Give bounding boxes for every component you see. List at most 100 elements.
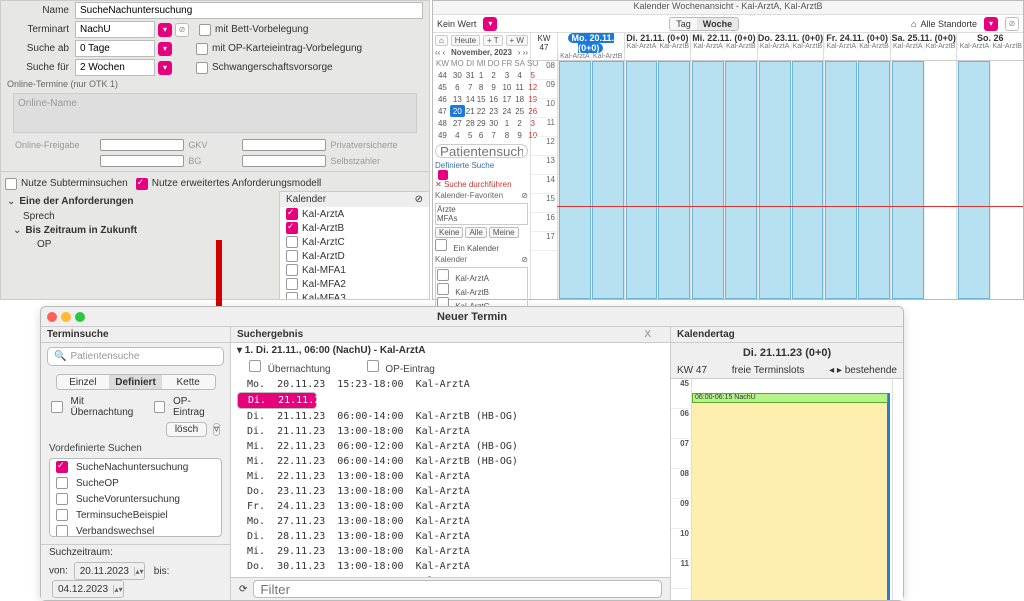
patient-search[interactable]: 🔍 Patientensuche [47, 347, 224, 366]
traffic-lights[interactable] [47, 312, 85, 322]
prev-month-icon[interactable]: ‹‹ ‹ [435, 48, 445, 57]
res-uebern-cb[interactable] [249, 360, 261, 372]
result-row[interactable]: Mo. 27.11.23 13:00-18:00 Kal-ArztA [231, 514, 670, 529]
day-column[interactable] [890, 61, 957, 299]
predef-checkbox[interactable] [56, 525, 68, 537]
von-stepper[interactable]: 20.11.2023▴▾ [74, 562, 145, 580]
day-column[interactable] [757, 61, 824, 299]
predef-checkbox[interactable] [56, 493, 68, 505]
week-grid[interactable]: KW47 Mo. 20.11. (0+0)Kal-ArztAKal-ArztBD… [531, 33, 1023, 299]
day-header[interactable]: Sa. 25.11. (0+0)Kal-ArztAKal-ArztB [890, 33, 957, 60]
day-column[interactable] [690, 61, 757, 299]
day-column[interactable] [956, 61, 1023, 299]
minimize-icon[interactable] [61, 312, 71, 322]
result-row[interactable]: Fr. 24.11.23 13:00-18:00 Kal-ArztA [231, 499, 670, 514]
day-column[interactable] [624, 61, 691, 299]
kal-checkbox[interactable] [286, 264, 298, 276]
predef-item[interactable]: TerminsucheBeispiel [50, 507, 221, 523]
standorte-clear-icon[interactable]: ⊘ [1005, 17, 1019, 31]
priv-checkbox[interactable] [242, 139, 327, 151]
kal-item[interactable]: Kal-MFA1 [280, 263, 429, 277]
day-header[interactable]: Mi. 22.11. (0+0)Kal-ArztAKal-ArztB [690, 33, 757, 60]
fav-arzte[interactable]: Ärzte [437, 205, 526, 214]
subtermine-checkbox[interactable] [5, 178, 17, 190]
opeintrag-cb[interactable] [154, 401, 166, 413]
result-row[interactable]: Di. 21.11.23 06:00-14:00 Kal-ArztB (HB-O… [231, 409, 670, 424]
result-list[interactable]: Mo. 20.11.23 15:23-18:00 Kal-ArztADi. 21… [231, 377, 670, 577]
name-input[interactable] [75, 2, 423, 19]
predef-item[interactable]: SucheVoruntersuchung [50, 491, 221, 507]
predef-search-list[interactable]: SucheNachuntersuchungSucheOPSucheVorunte… [49, 458, 222, 537]
day-header[interactable]: Fr. 24.11. (0+0)Kal-ArztAKal-ArztB [823, 33, 890, 60]
predef-checkbox[interactable] [56, 509, 68, 521]
close-icon[interactable] [47, 312, 57, 322]
nav-plusw[interactable]: + W [506, 35, 528, 46]
btn-keine[interactable]: Keine [435, 227, 463, 238]
suche-durch[interactable]: Suche durchführen [444, 180, 512, 189]
fav-mfas[interactable]: MFAs [437, 214, 526, 223]
suchefuer-select[interactable] [75, 59, 155, 76]
day-header[interactable]: So. 26Kal-ArztAKal-ArztB [956, 33, 1023, 60]
bis-stepper[interactable]: 04.12.2023▴▾ [52, 580, 124, 598]
result-row[interactable]: Di. 21.11.23 06:00-12:00 Kal-ArztA (HB-O… [237, 392, 317, 409]
day-header[interactable]: Mo. 20.11. (0+0)Kal-ArztAKal-ArztB [557, 33, 624, 60]
predef-item[interactable]: Verbandswechsel [50, 523, 221, 537]
suchefuer-dropdown-icon[interactable]: ▾ [158, 61, 172, 75]
seg-kette[interactable]: Kette [162, 375, 215, 389]
terminart-select[interactable] [75, 21, 155, 38]
sucheab-select[interactable] [75, 40, 155, 57]
day-column[interactable] [823, 61, 890, 299]
terminart-clear-icon[interactable]: ⊘ [175, 23, 189, 37]
day-grid[interactable]: 45060708091011 06:00-06:15 NachU [671, 379, 903, 600]
loesch-button[interactable]: lösch [166, 422, 207, 437]
def-suche-icon[interactable] [438, 170, 448, 180]
def-suche-link[interactable]: Definierte Suche [435, 161, 528, 170]
nav-heute[interactable]: Heute [451, 35, 480, 46]
selected-slot[interactable]: 06:00-06:15 NachU [692, 393, 888, 403]
kal-item[interactable]: Kal-ArztD [280, 249, 429, 263]
kal-item[interactable]: Kal-ArztC [280, 235, 429, 249]
day-header[interactable]: Do. 23.11. (0+0)Kal-ArztAKal-ArztB [757, 33, 824, 60]
nav-home[interactable]: ⌂ [435, 35, 448, 46]
result-row[interactable]: Mi. 22.11.23 13:00-18:00 Kal-ArztA [231, 469, 670, 484]
patient-search-input[interactable] [435, 144, 528, 158]
side-kal-item[interactable]: Kal-ArztA [437, 269, 526, 283]
kal-item[interactable]: Kal-MFA2 [280, 277, 429, 291]
view-segment[interactable]: Tag Woche [669, 17, 739, 31]
res-op-cb[interactable] [367, 360, 379, 372]
kal-checkbox[interactable] [286, 292, 298, 299]
kal-item[interactable]: Kal-ArztA [280, 207, 429, 221]
result-row[interactable]: Di. 21.11.23 13:00-18:00 Kal-ArztA [231, 424, 670, 439]
reload-icon[interactable]: ⟳ [239, 584, 247, 595]
bett-checkbox[interactable] [199, 24, 211, 36]
kal-checkbox[interactable] [286, 250, 298, 262]
predef-checkbox[interactable] [56, 477, 68, 489]
result-close[interactable]: X [644, 329, 651, 340]
selbst-checkbox[interactable] [242, 155, 327, 167]
nav-plust[interactable]: + T [483, 35, 503, 46]
result-row[interactable]: Mo. 20.11.23 15:23-18:00 Kal-ArztA [231, 377, 670, 392]
seg-definiert[interactable]: Definiert [109, 375, 162, 389]
result-row[interactable]: Do. 30.11.23 13:00-18:00 Kal-ArztA [231, 559, 670, 574]
search-mode-segment[interactable]: Einzel Definiert Kette [56, 374, 216, 390]
result-row[interactable]: Mi. 29.11.23 13:00-18:00 Kal-ArztA [231, 544, 670, 559]
filter-icon[interactable]: ▿ [213, 423, 220, 436]
predef-checkbox[interactable] [56, 461, 68, 473]
seg-woche[interactable]: Woche [697, 18, 738, 30]
uebernacht-cb[interactable] [51, 401, 63, 413]
kal-checkbox[interactable] [286, 236, 298, 248]
btn-alle[interactable]: Alle [465, 227, 486, 238]
kal-checkbox[interactable] [286, 278, 298, 290]
day-header[interactable]: Di. 21.11. (0+0)Kal-ArztAKal-ArztB [624, 33, 691, 60]
result-row[interactable]: Mi. 22.11.23 06:00-12:00 Kal-ArztA (HB-O… [231, 439, 670, 454]
zoom-icon[interactable] [75, 312, 85, 322]
home-icon[interactable]: ⌂ [911, 19, 916, 29]
side-kal-item[interactable]: Kal-ArztB [437, 283, 526, 297]
bg-checkbox[interactable] [100, 155, 185, 167]
result-row[interactable]: Do. 23.11.23 13:00-18:00 Kal-ArztA [231, 484, 670, 499]
gkv-checkbox[interactable] [100, 139, 185, 151]
kal-item[interactable]: Kal-MFA3 [280, 291, 429, 299]
mini-calendar[interactable]: KWMODIMIDOFRSASO443031123454567891011124… [435, 57, 540, 141]
erweitert-checkbox[interactable] [136, 178, 148, 190]
keinwert-dd-icon[interactable]: ▾ [483, 17, 497, 31]
